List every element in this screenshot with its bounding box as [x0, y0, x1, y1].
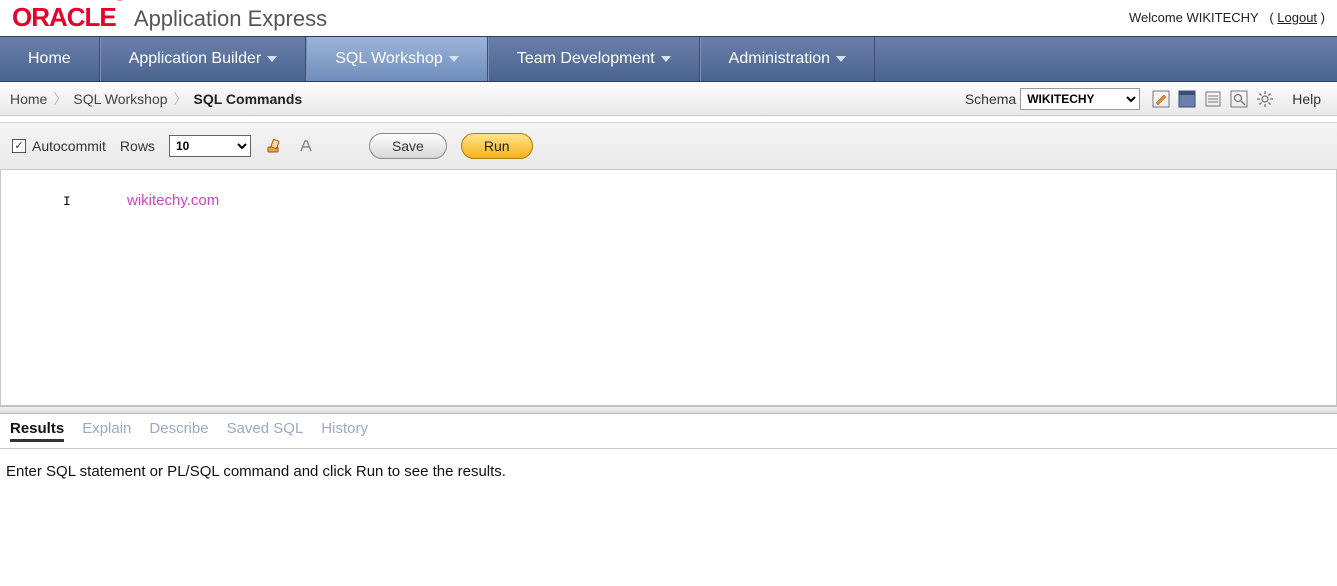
help-link[interactable]: Help — [1286, 91, 1327, 107]
result-tabs: Results Explain Describe Saved SQL Histo… — [0, 414, 1337, 449]
tab-saved-sql[interactable]: Saved SQL — [227, 420, 304, 442]
welcome-prefix: Welcome — [1129, 10, 1187, 25]
nav-home[interactable]: Home — [0, 37, 100, 81]
nav-home-label: Home — [28, 50, 71, 68]
edit-page-icon[interactable] — [1150, 89, 1172, 109]
tab-results[interactable]: Results — [10, 420, 64, 442]
nav-admin-label: Administration — [729, 50, 830, 68]
nav-app-builder-label: Application Builder — [129, 50, 262, 68]
list-icon[interactable] — [1202, 89, 1224, 109]
run-button[interactable]: Run — [461, 133, 533, 159]
window-icon[interactable] — [1176, 89, 1198, 109]
schema-picker: Schema WIKITECHY — [965, 88, 1140, 110]
chevron-down-icon — [267, 56, 277, 62]
schema-select[interactable]: WIKITECHY — [1020, 88, 1140, 110]
editor-watermark: wikitechy.com — [127, 192, 219, 209]
autocommit-checkbox[interactable]: ✓ Autocommit — [12, 138, 106, 154]
breadcrumb-separator-icon: 〉 — [174, 89, 188, 109]
nav-admin[interactable]: Administration — [700, 37, 875, 81]
crumb-home[interactable]: Home — [10, 91, 47, 107]
rows-label: Rows — [120, 138, 155, 154]
nav-sql-workshop[interactable]: SQL Workshop — [306, 37, 488, 81]
nav-app-builder[interactable]: Application Builder — [100, 37, 307, 81]
rows-select[interactable]: 10 — [169, 135, 251, 157]
checkbox-icon: ✓ — [12, 139, 26, 153]
oracle-logo-text: ORACLE — [12, 2, 116, 32]
chevron-down-icon — [661, 56, 671, 62]
tab-history[interactable]: History — [321, 420, 368, 442]
sql-editor[interactable]: I wikitechy.com — [0, 170, 1337, 406]
chevron-down-icon — [449, 56, 459, 62]
pane-separator[interactable] — [0, 406, 1337, 414]
clear-icon[interactable] — [265, 137, 283, 155]
nav-team-dev-label: Team Development — [517, 50, 655, 68]
schema-label: Schema — [965, 91, 1016, 107]
gear-icon[interactable] — [1254, 89, 1276, 109]
sub-bar: Home 〉 SQL Workshop 〉 SQL Commands Schem… — [0, 82, 1337, 116]
find-icon[interactable] — [1228, 89, 1250, 109]
welcome-block: Welcome WIKITECHY ( Logout ) — [1129, 10, 1325, 25]
save-button[interactable]: Save — [369, 133, 447, 159]
tab-describe[interactable]: Describe — [149, 420, 208, 442]
nav-sql-workshop-label: SQL Workshop — [335, 50, 443, 68]
app-title: Application Express — [134, 6, 327, 32]
registered-icon: ® — [116, 0, 124, 4]
format-icon[interactable] — [297, 137, 315, 155]
results-message: Enter SQL statement or PL/SQL command an… — [0, 449, 1337, 494]
toolbar-icons — [1150, 89, 1276, 109]
username: WIKITECHY — [1187, 10, 1259, 25]
nav-team-dev[interactable]: Team Development — [488, 37, 700, 81]
chevron-down-icon — [836, 56, 846, 62]
breadcrumb-separator-icon: 〉 — [53, 89, 67, 109]
crumb-sql-commands: SQL Commands — [194, 91, 303, 107]
logout-link[interactable]: Logout — [1277, 10, 1317, 25]
save-button-label: Save — [392, 138, 424, 154]
run-button-label: Run — [484, 138, 510, 154]
autocommit-label: Autocommit — [32, 138, 106, 154]
sub-bar-right: Schema WIKITECHY Help — [965, 88, 1327, 110]
controls-row: ✓ Autocommit Rows 10 Save Run — [0, 122, 1337, 170]
breadcrumb: Home 〉 SQL Workshop 〉 SQL Commands — [10, 89, 302, 109]
brand: ORACLE® Application Express — [12, 2, 327, 33]
app-header: ORACLE® Application Express Welcome WIKI… — [0, 0, 1337, 36]
crumb-sql-workshop[interactable]: SQL Workshop — [73, 91, 167, 107]
main-nav: Home Application Builder SQL Workshop Te… — [0, 36, 1337, 82]
oracle-logo: ORACLE® — [12, 2, 124, 33]
text-cursor-icon: I — [63, 194, 64, 210]
tab-explain[interactable]: Explain — [82, 420, 131, 442]
